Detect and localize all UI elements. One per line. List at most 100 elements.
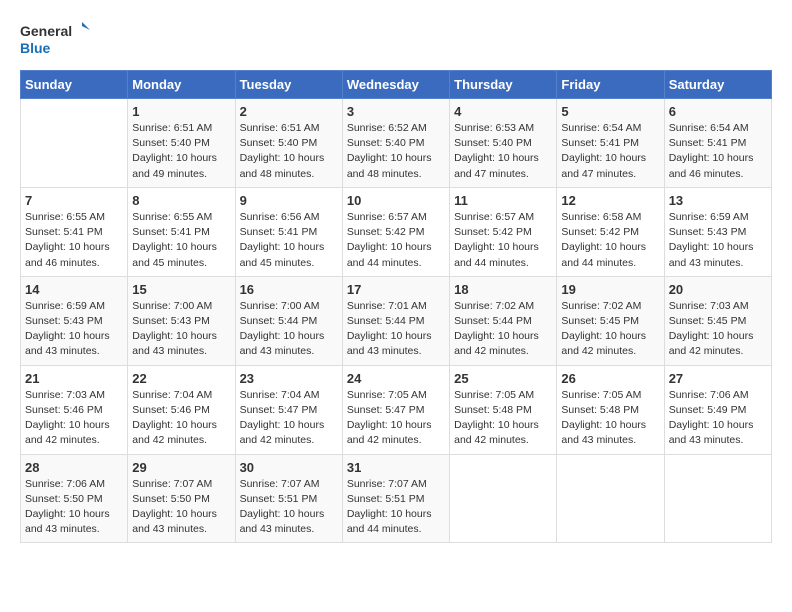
calendar-header-monday: Monday [128,71,235,99]
calendar-table: SundayMondayTuesdayWednesdayThursdayFrid… [20,70,772,543]
day-info: Sunrise: 7:00 AM Sunset: 5:43 PM Dayligh… [132,299,230,360]
day-info: Sunrise: 7:06 AM Sunset: 5:49 PM Dayligh… [669,388,767,449]
day-info: Sunrise: 6:58 AM Sunset: 5:42 PM Dayligh… [561,210,659,271]
day-info: Sunrise: 7:07 AM Sunset: 5:51 PM Dayligh… [347,477,445,538]
calendar-week-4: 21 Sunrise: 7:03 AM Sunset: 5:46 PM Dayli… [21,365,772,454]
calendar-cell: 10Sunrise: 6:57 AM Sunset: 5:42 PM Dayli… [342,187,449,276]
day-number: 2 [240,104,338,119]
logo: General Blue [20,20,90,60]
day-number: 6 [669,104,767,119]
calendar-header-row: SundayMondayTuesdayWednesdayThursdayFrid… [21,71,772,99]
calendar-cell: 14 Sunrise: 6:59 AM Sunset: 5:43 PM Dayli… [21,276,128,365]
calendar-cell: 20 Sunrise: 7:03 AM Sunset: 5:45 PM Dayli… [664,276,771,365]
calendar-header-saturday: Saturday [664,71,771,99]
svg-text:Blue: Blue [20,40,51,56]
calendar-cell: 19 Sunrise: 7:02 AM Sunset: 5:45 PM Dayli… [557,276,664,365]
day-info: Sunrise: 6:56 AM Sunset: 5:41 PM Dayligh… [240,210,338,271]
day-number: 14 [25,282,123,297]
calendar-week-5: 28 Sunrise: 7:06 AM Sunset: 5:50 PM Dayli… [21,454,772,543]
calendar-cell: 13Sunrise: 6:59 AM Sunset: 5:43 PM Dayli… [664,187,771,276]
calendar-cell: 12 Sunrise: 6:58 AM Sunset: 5:42 PM Dayli… [557,187,664,276]
calendar-cell: 31 Sunrise: 7:07 AM Sunset: 5:51 PM Dayli… [342,454,449,543]
day-number: 22 [132,371,230,386]
calendar-cell: 1 Sunrise: 6:51 AM Sunset: 5:40 PM Daylig… [128,99,235,188]
day-info: Sunrise: 7:02 AM Sunset: 5:44 PM Dayligh… [454,299,552,360]
day-number: 11 [454,193,552,208]
page-header: General Blue [20,20,772,60]
calendar-cell: 16Sunrise: 7:00 AM Sunset: 5:44 PM Dayli… [235,276,342,365]
day-number: 5 [561,104,659,119]
day-number: 23 [240,371,338,386]
day-number: 19 [561,282,659,297]
calendar-cell: 17 Sunrise: 7:01 AM Sunset: 5:44 PM Dayli… [342,276,449,365]
day-number: 29 [132,460,230,475]
calendar-header-sunday: Sunday [21,71,128,99]
day-number: 8 [132,193,230,208]
day-info: Sunrise: 6:55 AM Sunset: 5:41 PM Dayligh… [132,210,230,271]
day-number: 21 [25,371,123,386]
calendar-cell: 21 Sunrise: 7:03 AM Sunset: 5:46 PM Dayli… [21,365,128,454]
day-number: 20 [669,282,767,297]
calendar-cell [557,454,664,543]
day-info: Sunrise: 7:04 AM Sunset: 5:47 PM Dayligh… [240,388,338,449]
calendar-header-thursday: Thursday [450,71,557,99]
day-info: Sunrise: 7:06 AM Sunset: 5:50 PM Dayligh… [25,477,123,538]
day-number: 30 [240,460,338,475]
calendar-cell: 7 Sunrise: 6:55 AM Sunset: 5:41 PM Daylig… [21,187,128,276]
calendar-cell: 23 Sunrise: 7:04 AM Sunset: 5:47 PM Dayli… [235,365,342,454]
day-info: Sunrise: 7:05 AM Sunset: 5:48 PM Dayligh… [561,388,659,449]
calendar-cell [450,454,557,543]
day-info: Sunrise: 7:03 AM Sunset: 5:45 PM Dayligh… [669,299,767,360]
day-info: Sunrise: 6:51 AM Sunset: 5:40 PM Dayligh… [240,121,338,182]
day-number: 9 [240,193,338,208]
day-info: Sunrise: 6:57 AM Sunset: 5:42 PM Dayligh… [454,210,552,271]
calendar-cell: 28 Sunrise: 7:06 AM Sunset: 5:50 PM Dayli… [21,454,128,543]
day-number: 17 [347,282,445,297]
svg-text:General: General [20,23,72,39]
day-info: Sunrise: 6:57 AM Sunset: 5:42 PM Dayligh… [347,210,445,271]
day-info: Sunrise: 7:03 AM Sunset: 5:46 PM Dayligh… [25,388,123,449]
day-info: Sunrise: 7:05 AM Sunset: 5:48 PM Dayligh… [454,388,552,449]
calendar-header-tuesday: Tuesday [235,71,342,99]
day-number: 28 [25,460,123,475]
day-info: Sunrise: 7:07 AM Sunset: 5:51 PM Dayligh… [240,477,338,538]
day-info: Sunrise: 6:52 AM Sunset: 5:40 PM Dayligh… [347,121,445,182]
calendar-cell [21,99,128,188]
day-number: 25 [454,371,552,386]
calendar-week-3: 14 Sunrise: 6:59 AM Sunset: 5:43 PM Dayli… [21,276,772,365]
calendar-cell: 15 Sunrise: 7:00 AM Sunset: 5:43 PM Dayli… [128,276,235,365]
calendar-cell: 4Sunrise: 6:53 AM Sunset: 5:40 PM Daylig… [450,99,557,188]
day-info: Sunrise: 7:02 AM Sunset: 5:45 PM Dayligh… [561,299,659,360]
day-number: 12 [561,193,659,208]
calendar-cell: 27 Sunrise: 7:06 AM Sunset: 5:49 PM Dayli… [664,365,771,454]
calendar-cell: 24Sunrise: 7:05 AM Sunset: 5:47 PM Dayli… [342,365,449,454]
day-number: 31 [347,460,445,475]
day-info: Sunrise: 7:04 AM Sunset: 5:46 PM Dayligh… [132,388,230,449]
day-info: Sunrise: 6:54 AM Sunset: 5:41 PM Dayligh… [561,121,659,182]
calendar-cell: 18Sunrise: 7:02 AM Sunset: 5:44 PM Dayli… [450,276,557,365]
day-info: Sunrise: 7:07 AM Sunset: 5:50 PM Dayligh… [132,477,230,538]
logo-svg: General Blue [20,20,90,60]
calendar-cell: 6Sunrise: 6:54 AM Sunset: 5:41 PM Daylig… [664,99,771,188]
day-info: Sunrise: 7:01 AM Sunset: 5:44 PM Dayligh… [347,299,445,360]
calendar-week-2: 7 Sunrise: 6:55 AM Sunset: 5:41 PM Daylig… [21,187,772,276]
day-number: 16 [240,282,338,297]
calendar-cell: 25 Sunrise: 7:05 AM Sunset: 5:48 PM Dayli… [450,365,557,454]
day-number: 15 [132,282,230,297]
calendar-cell: 22 Sunrise: 7:04 AM Sunset: 5:46 PM Dayli… [128,365,235,454]
day-number: 27 [669,371,767,386]
day-info: Sunrise: 6:55 AM Sunset: 5:41 PM Dayligh… [25,210,123,271]
calendar-header-wednesday: Wednesday [342,71,449,99]
calendar-cell: 3 Sunrise: 6:52 AM Sunset: 5:40 PM Daylig… [342,99,449,188]
day-number: 13 [669,193,767,208]
day-info: Sunrise: 6:53 AM Sunset: 5:40 PM Dayligh… [454,121,552,182]
calendar-cell: 26 Sunrise: 7:05 AM Sunset: 5:48 PM Dayli… [557,365,664,454]
day-info: Sunrise: 6:59 AM Sunset: 5:43 PM Dayligh… [25,299,123,360]
day-number: 26 [561,371,659,386]
calendar-cell: 9 Sunrise: 6:56 AM Sunset: 5:41 PM Daylig… [235,187,342,276]
day-info: Sunrise: 6:51 AM Sunset: 5:40 PM Dayligh… [132,121,230,182]
day-number: 7 [25,193,123,208]
calendar-cell: 5 Sunrise: 6:54 AM Sunset: 5:41 PM Daylig… [557,99,664,188]
day-number: 1 [132,104,230,119]
day-number: 3 [347,104,445,119]
